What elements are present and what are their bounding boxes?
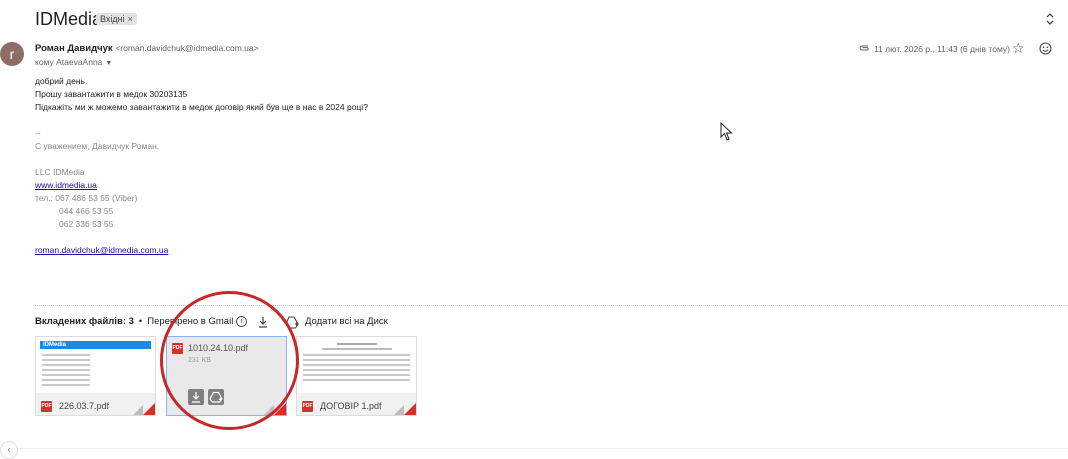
body-line: Підкажіть ми ж можемо завантажити в медо…	[35, 102, 368, 112]
pdf-file-icon: PDF	[302, 401, 313, 412]
attachment-preview: IDMedia	[36, 337, 155, 393]
recipient-details-icon[interactable]: ▼	[105, 60, 112, 67]
pdf-corner-icon	[143, 403, 155, 415]
recipient-line[interactable]: кому AtaevaAnna ▼	[35, 57, 112, 67]
expand-collapse-icon[interactable]	[1044, 12, 1056, 26]
page-fold-icon	[133, 405, 143, 415]
signature-phone: 062 336 53 55	[59, 219, 114, 229]
label-badge-text: Вхідні	[100, 14, 125, 24]
email-body: добрий день. Прошу завантажити в медок 3…	[35, 75, 368, 257]
attachment-card[interactable]: PDF ДОГОВІР 1.pdf	[296, 336, 417, 416]
preview-brand: IDMedia	[43, 342, 67, 348]
attachment-icon	[859, 45, 869, 51]
side-panel-toggle-icon[interactable]: ‹	[0, 441, 18, 459]
attachment-card[interactable]: IDMedia PDF 226.03.7.pdf	[35, 336, 156, 416]
star-icon[interactable]: ☆	[1012, 40, 1025, 57]
signature-email-link[interactable]: roman.davidchuk@idmedia.com.ua	[35, 245, 168, 255]
page-fold-icon	[394, 405, 404, 415]
signature-phone: тел.: 067 486 53 55 (Viber)	[35, 193, 138, 203]
avatar[interactable]: r	[0, 42, 24, 66]
signature-regards: С уважением, Давидчук Роман,	[35, 141, 160, 151]
remove-label-icon[interactable]: ×	[128, 14, 133, 24]
signature-dash: --	[35, 128, 41, 138]
signature-phone: 044 466 53 55	[59, 206, 114, 216]
attachment-preview	[297, 337, 416, 393]
preview-title-line	[321, 348, 392, 350]
recipient-text: кому AtaevaAnna	[35, 57, 103, 67]
body-line: добрий день.	[35, 76, 88, 86]
preview-text-lines	[297, 354, 416, 381]
pdf-corner-icon	[404, 403, 416, 415]
signature-website-link[interactable]: www.idmedia.ua	[35, 180, 97, 190]
sender-line: Роман Давидчук <roman.davidchuk@idmedia.…	[35, 43, 259, 54]
label-badge-inbox[interactable]: Вхідні ×	[96, 13, 137, 25]
bottom-divider	[0, 448, 1068, 449]
mouse-cursor-icon	[720, 122, 733, 141]
add-all-to-drive-button[interactable]: Додати всі на Диск	[305, 316, 388, 327]
preview-title-line	[336, 343, 377, 345]
highlight-circle-annotation	[160, 291, 299, 430]
attachments-count: Вкладених файлів: 3	[35, 316, 134, 328]
email-subject: IDMedia	[35, 9, 103, 29]
preview-text-lines	[36, 351, 96, 389]
emoji-reaction-icon[interactable]	[1039, 42, 1052, 55]
signature-company: LLC IDMedia	[35, 167, 85, 177]
email-date: 11 лют. 2026 р., 11:43 (6 днів тому)	[874, 44, 1010, 54]
attachment-filename: ДОГОВІР 1.pdf	[320, 401, 382, 411]
sender-email: <roman.davidchuk@idmedia.com.ua>	[115, 43, 259, 53]
sender-name[interactable]: Роман Давидчук	[35, 43, 113, 54]
pdf-file-icon: PDF	[41, 401, 52, 412]
attachment-filename: 226.03.7.pdf	[59, 401, 110, 411]
body-line: Прошу завантажити в медок 30203135	[35, 89, 188, 99]
